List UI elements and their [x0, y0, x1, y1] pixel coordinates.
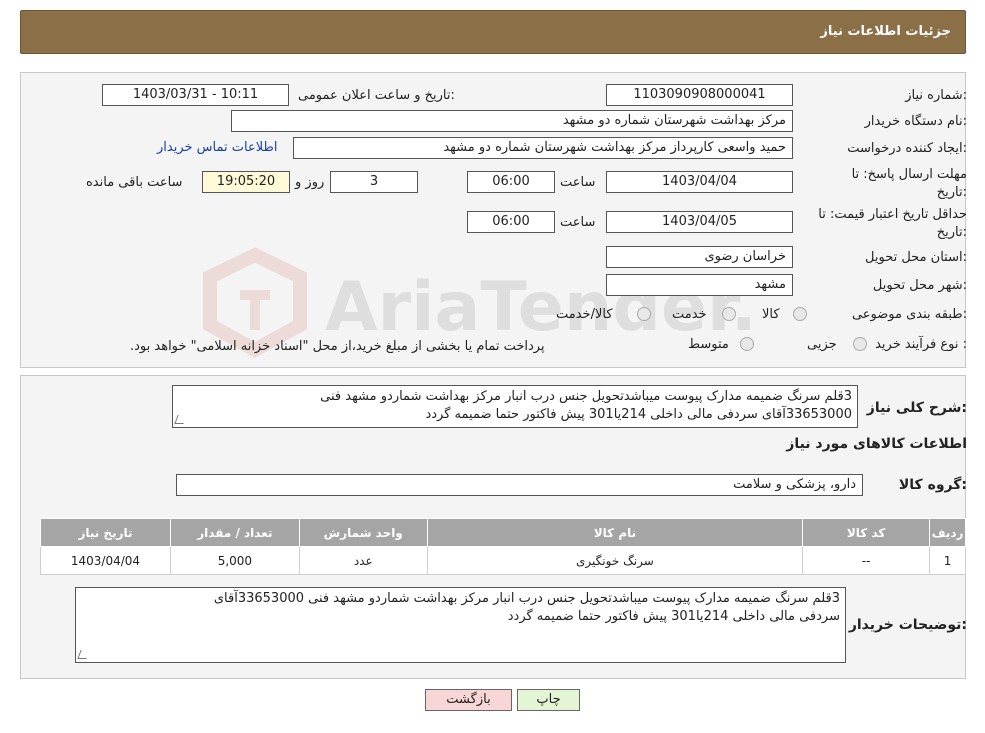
purchase-type-radio-medium[interactable] [740, 337, 754, 351]
reply-days-value: 3 [330, 171, 418, 193]
print-button[interactable]: چاپ [517, 689, 580, 711]
table-row: 1 -- سرنگ خونگیری عدد 5,000 1403/04/04 [40, 546, 966, 575]
cell-name: سرنگ خونگیری [426, 546, 804, 575]
category-radio-goods-service[interactable] [637, 307, 651, 321]
cell-date: 1403/04/04 [40, 546, 171, 575]
cell-qty: 5,000 [169, 546, 300, 575]
remaining-time-value: 19:05:20 [202, 171, 290, 193]
reply-deadline-label: مهلت ارسال پاسخ: تا تاریخ: [851, 167, 967, 200]
category-label: طبقه بندی موضوعی: [851, 307, 967, 322]
province-value: خراسان رضوی [606, 246, 793, 268]
requester-label: ایجاد کننده درخواست: [847, 141, 967, 156]
buyer-notes-line-2: سردفی مالی داخلی 214یا301 پیش فاکتور حتم… [507, 609, 840, 624]
city-value: مشهد [606, 274, 793, 296]
city-label: شهر محل تحویل: [872, 278, 967, 293]
buyer-contact-link[interactable]: اطلاعات تماس خریدار [157, 140, 277, 155]
page-header: جزئیات اطلاعات نیاز [20, 10, 966, 54]
buyer-notes-line-1: 3قلم سرنگ ضمیمه مدارک پیوست میباشدتحویل … [213, 591, 840, 606]
reply-deadline-date: 1403/04/04 [606, 171, 793, 193]
goods-group-value: دارو، پزشکی و سلامت [176, 474, 863, 496]
buyer-org-label: نام دستگاه خریدار: [864, 114, 967, 129]
goods-section-title: اطلاعات کالاهای مورد نیاز [786, 436, 967, 452]
category-radio-goods[interactable] [793, 307, 807, 321]
col-qty: تعداد / مقدار [169, 518, 300, 547]
back-button[interactable]: بازگشت [425, 689, 512, 711]
announce-datetime-label: تاریخ و ساعت اعلان عمومی: [298, 88, 455, 103]
price-validity-time: 06:00 [467, 211, 555, 233]
buyer-notes-text: 3قلم سرنگ ضمیمه مدارک پیوست میباشدتحویل … [75, 587, 846, 663]
goods-group-label: گروه کالا: [898, 477, 967, 493]
need-number-label: شماره نیاز: [905, 88, 967, 103]
purchase-type-label: نوع فرآیند خرید : [875, 337, 967, 352]
requester-value: حمید واسعی کارپرداز مرکز بهداشت شهرستان … [293, 137, 793, 159]
reply-deadline-time: 06:00 [467, 171, 555, 193]
reply-time-label: ساعت [560, 175, 596, 190]
remaining-time-label: ساعت باقی مانده [86, 175, 183, 190]
announce-datetime-value: 1403/03/31 - 10:11 [102, 84, 289, 106]
buyer-notes-label: توضیحات خریدار: [848, 617, 967, 633]
category-option-goods: کالا [762, 307, 780, 322]
reply-days-label: روز و [295, 175, 325, 190]
category-option-goods-service: کالا/خدمت [556, 307, 613, 322]
purchase-type-option-medium: متوسط [688, 337, 729, 352]
category-option-service: خدمت [672, 307, 707, 322]
col-unit: واحد شمارش [298, 518, 428, 547]
buyer-org-value: مرکز بهداشت شهرستان شماره دو مشهد [231, 110, 793, 132]
description-line-1: 3قلم سرنگ ضمیمه مدارک پیوست میباشدتحویل … [320, 389, 852, 404]
treasury-note: پرداخت تمام یا بخشی از مبلغ خرید،از محل … [130, 339, 545, 354]
purchase-type-radio-minor[interactable] [853, 337, 867, 351]
description-line-2: 33653000آقای سردفی مالی داخلی 214یا301 پ… [425, 407, 852, 422]
description-label: شرح کلی نیاز: [866, 400, 967, 416]
province-label: استان محل تحویل: [865, 250, 967, 265]
category-radio-service[interactable] [722, 307, 736, 321]
col-date: تاریخ نیاز [40, 518, 171, 547]
page-title: جزئیات اطلاعات نیاز [820, 24, 951, 39]
col-code: کد کالا [802, 518, 931, 547]
price-validity-label: حداقل تاریخ اعتبار قیمت: تا تاریخ: [818, 207, 967, 240]
purchase-type-option-minor: جزیی [807, 337, 837, 352]
price-validity-date: 1403/04/05 [606, 211, 793, 233]
cell-row: 1 [929, 546, 966, 575]
col-name: نام کالا [426, 518, 804, 547]
price-validity-time-label: ساعت [560, 215, 596, 230]
description-text: 3قلم سرنگ ضمیمه مدارک پیوست میباشدتحویل … [172, 385, 858, 428]
cell-unit: عدد [298, 546, 428, 575]
cell-code: -- [802, 546, 931, 575]
goods-table: ردیف کد کالا نام کالا واحد شمارش تعداد /… [40, 518, 966, 575]
table-header-row: ردیف کد کالا نام کالا واحد شمارش تعداد /… [40, 518, 966, 547]
col-row: ردیف [929, 518, 966, 547]
need-number-value: 1103090908000041 [606, 84, 793, 106]
